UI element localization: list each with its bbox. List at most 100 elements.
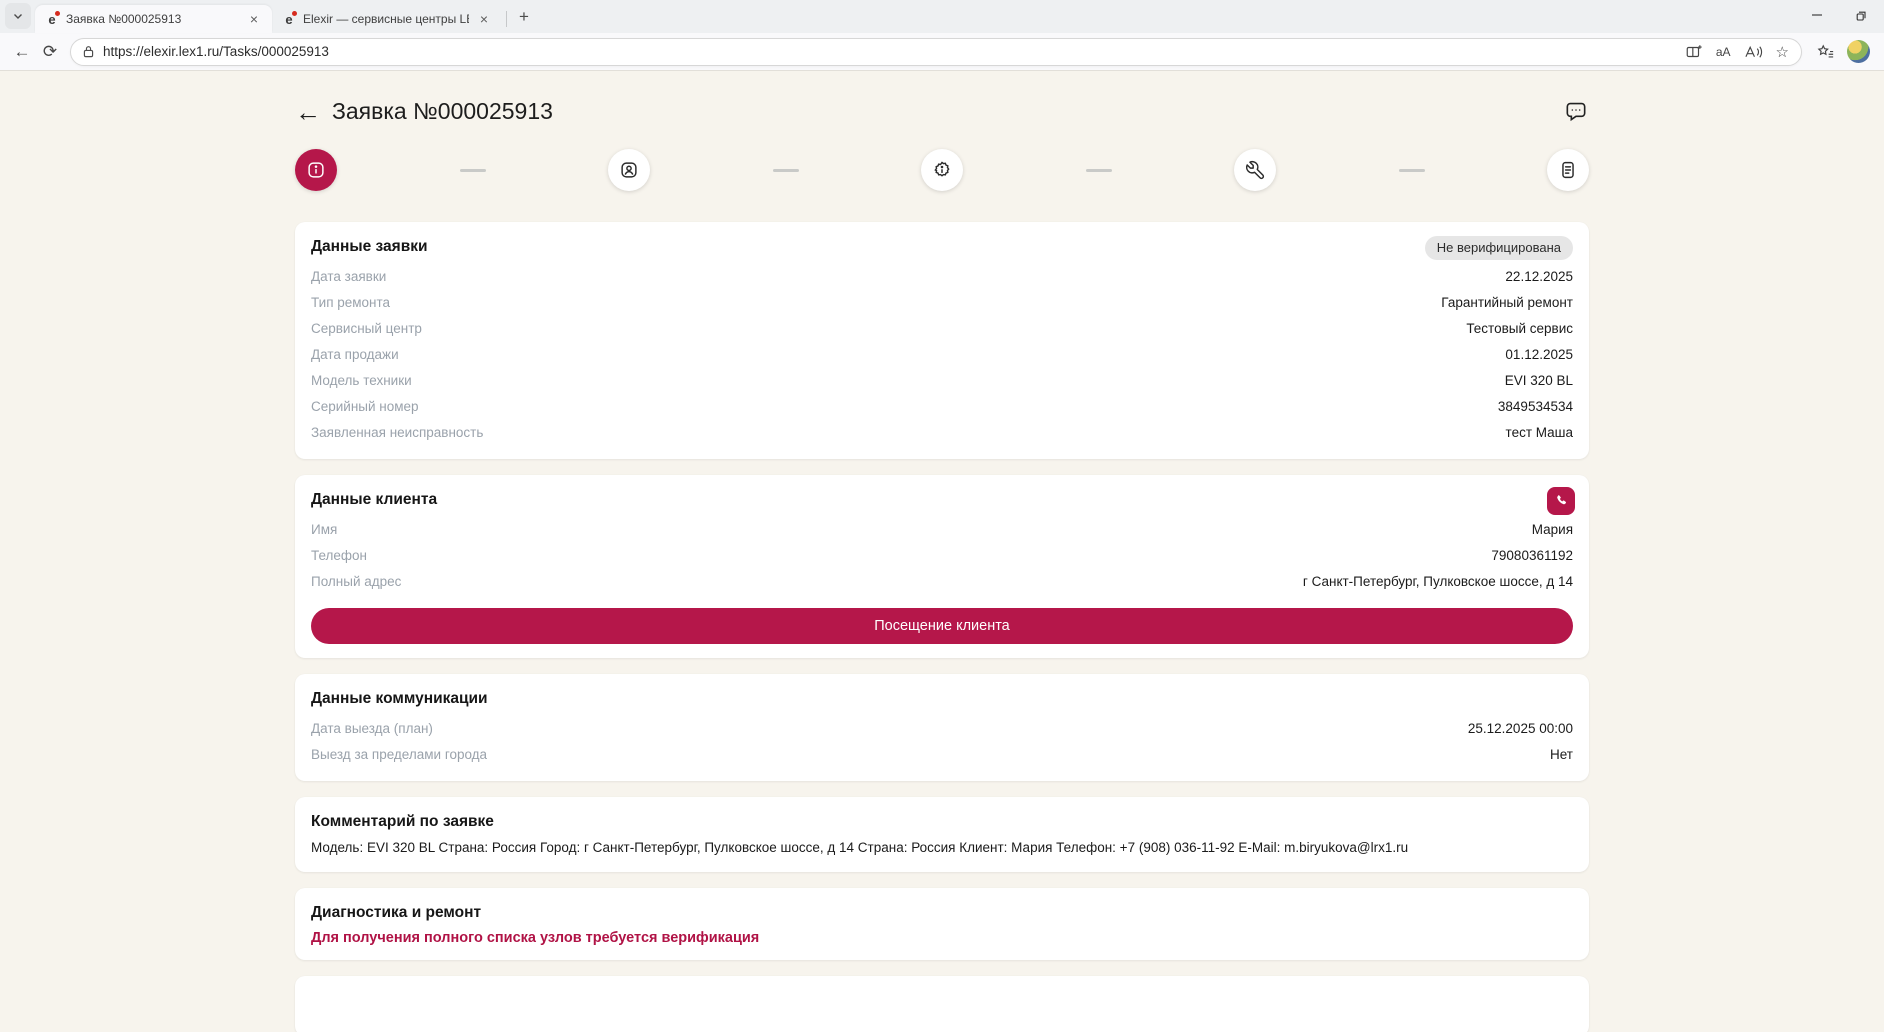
step-connector [1086,169,1112,172]
chevron-down-icon [12,10,24,22]
field-row: Полный адрес г Санкт-Петербург, Пулковск… [311,568,1573,594]
page-back-button[interactable]: ← [295,99,321,125]
field-label: Дата заявки [311,269,386,284]
report-document-icon [1557,159,1579,181]
field-value: г Санкт-Петербург, Пулковское шоссе, д 1… [1303,574,1573,589]
field-label: Модель техники [311,373,412,388]
field-row: Заявленная неисправность тест Маша [311,419,1573,445]
favorites-hub-icon[interactable] [1816,43,1835,61]
field-row: Дата выезда (план) 25.12.2025 00:00 [311,715,1573,741]
field-label: Дата выезда (план) [311,721,433,736]
page-title: Заявка №000025913 [332,98,553,125]
field-label: Сервисный центр [311,321,422,336]
field-value: 3849534534 [1498,399,1573,414]
tab-title: Elexir — сервисные центры LEX [303,12,469,26]
field-label: Имя [311,522,337,537]
favicon-dot [292,11,297,16]
phone-icon [1553,493,1569,509]
tab-search-button[interactable] [5,3,31,29]
field-value: 79080361192 [1491,548,1573,563]
window-controls [1794,0,1884,33]
browser-toolbar: ← ⟳ aA ☆ [0,33,1884,71]
step-connector [460,169,486,172]
read-aloud-icon[interactable] [1744,44,1763,60]
page-header: ← Заявка №000025913 [295,71,1589,125]
step-client[interactable] [608,149,650,191]
field-value: EVI 320 BL [1505,373,1573,388]
field-label: Тип ремонта [311,295,390,310]
field-value: Нет [1550,747,1573,762]
new-tab-button[interactable]: + [511,4,537,30]
back-button[interactable]: ← [8,38,36,66]
page-content: ← Заявка №000025913 [0,71,1884,1032]
field-value: 01.12.2025 [1505,347,1573,362]
field-label: Дата продажи [311,347,399,362]
field-label: Серийный номер [311,399,419,414]
restore-icon [1855,9,1868,22]
card-title: Комментарий по заявке [311,813,1573,831]
address-bar[interactable]: aA ☆ [70,38,1802,66]
site-favicon: e [281,11,297,27]
visit-client-button[interactable]: Посещение клиента [311,608,1573,644]
field-value: тест Маша [1506,425,1573,440]
minimize-icon [1811,9,1823,21]
tab-elexir-home[interactable]: e Elexir — сервисные центры LEX × [272,5,502,33]
field-row: Дата продажи 01.12.2025 [311,341,1573,367]
step-connector [773,169,799,172]
card-title: Диагностика и ремонт [311,904,1573,922]
step-report[interactable] [1547,149,1589,191]
close-tab-icon[interactable]: × [475,10,493,28]
favorite-star-icon[interactable]: ☆ [1776,43,1789,61]
field-value: Тестовый сервис [1466,321,1573,336]
info-icon [305,159,327,181]
field-label: Заявленная неисправность [311,425,483,440]
field-row: Модель техники EVI 320 BL [311,367,1573,393]
restore-button[interactable] [1839,0,1884,30]
step-verification[interactable] [921,149,963,191]
call-client-button[interactable] [1547,487,1575,515]
verification-warning: Для получения полного списка узлов требу… [311,930,1573,946]
card-client-data: Данные клиента Имя Мария Телефон 7908036… [295,475,1589,658]
field-value: 22.12.2025 [1505,269,1573,284]
field-value: Мария [1532,522,1573,537]
field-row: Имя Мария [311,516,1573,542]
address-bar-icons: aA ☆ [1685,43,1789,61]
contact-card-icon [618,159,640,181]
tab-request[interactable]: e Заявка №000025913 × [35,5,272,33]
url-input[interactable] [103,44,1685,59]
tab-separator [506,11,507,27]
step-connector [1399,169,1425,172]
translate-icon[interactable]: aA [1716,45,1731,59]
profile-avatar[interactable] [1847,40,1870,63]
favicon-dot [55,11,60,16]
field-row: Сервисный центр Тестовый сервис [311,315,1573,341]
split-screen-icon[interactable] [1685,43,1703,61]
card-diagnostics: Диагностика и ремонт Для получения полно… [295,888,1589,960]
field-row: Дата заявки 22.12.2025 [311,263,1573,289]
status-badge: Не верифицирована [1425,236,1573,260]
field-row: Серийный номер 3849534534 [311,393,1573,419]
verification-badge-icon [931,159,953,181]
step-request-info[interactable] [295,149,337,191]
field-row: Тип ремонта Гарантийный ремонт [311,289,1573,315]
card-communication: Данные коммуникации Дата выезда (план) 2… [295,674,1589,781]
tab-title: Заявка №000025913 [66,12,239,26]
browser-tab-bar: e Заявка №000025913 × e Elexir — сервисн… [0,0,1884,33]
card-request-data: Данные заявки Не верифицирована Дата зая… [295,222,1589,459]
stepper [295,149,1589,191]
field-value: 25.12.2025 00:00 [1468,721,1573,736]
field-row: Выезд за пределами города Нет [311,741,1573,767]
step-repair[interactable] [1234,149,1276,191]
card-title: Данные клиента [311,491,1573,509]
card-next-partial [295,976,1589,1032]
close-tab-icon[interactable]: × [245,10,263,28]
wrench-icon [1244,159,1266,181]
chat-icon[interactable] [1563,99,1589,125]
field-label: Выезд за пределами города [311,747,487,762]
minimize-button[interactable] [1794,0,1839,30]
site-favicon: e [44,11,60,27]
field-label: Полный адрес [311,574,401,589]
refresh-button[interactable]: ⟳ [36,38,64,66]
field-row: Телефон 79080361192 [311,542,1573,568]
lock-icon [81,44,96,59]
